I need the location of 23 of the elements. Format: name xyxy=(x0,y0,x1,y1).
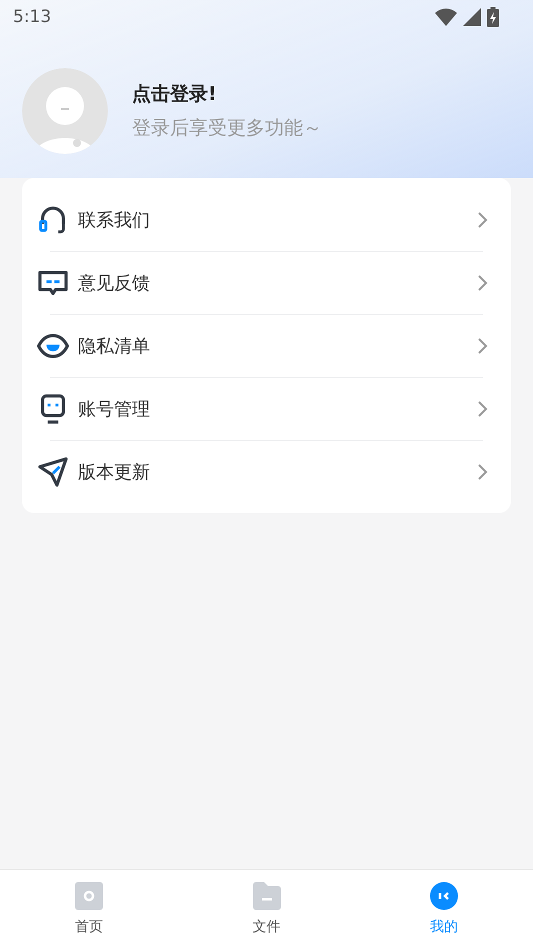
chevron-icon xyxy=(477,274,489,292)
login-prompt[interactable]: 点击登录! xyxy=(132,81,322,107)
menu-item[interactable]: 联系我们 xyxy=(22,188,511,251)
nav-tab[interactable]: 首页 xyxy=(0,870,178,948)
chevron-icon xyxy=(477,336,489,354)
folder-icon xyxy=(252,882,280,910)
paper-plane-icon xyxy=(36,454,70,488)
menu-item[interactable]: 隐私清单 xyxy=(22,314,511,377)
profile-icon xyxy=(430,882,458,910)
avatar-icon[interactable] xyxy=(22,68,108,154)
login-subtitle: 登录后享受更多功能～ xyxy=(132,116,322,141)
chevron-icon xyxy=(477,210,489,228)
chevron-icon xyxy=(477,462,489,480)
chevron-icon xyxy=(477,400,489,418)
menu-item[interactable]: 版本更新 xyxy=(22,440,511,503)
menu-item[interactable]: 账号管理 xyxy=(22,377,511,440)
status-time: 5:13 xyxy=(13,7,52,27)
wifi-icon xyxy=(435,8,457,26)
nav-tab[interactable]: 文件 xyxy=(178,870,356,948)
signal-icon xyxy=(463,8,481,26)
battery-icon xyxy=(487,7,499,27)
home-icon xyxy=(74,882,103,910)
menu-item[interactable]: 意见反馈 xyxy=(22,251,511,314)
